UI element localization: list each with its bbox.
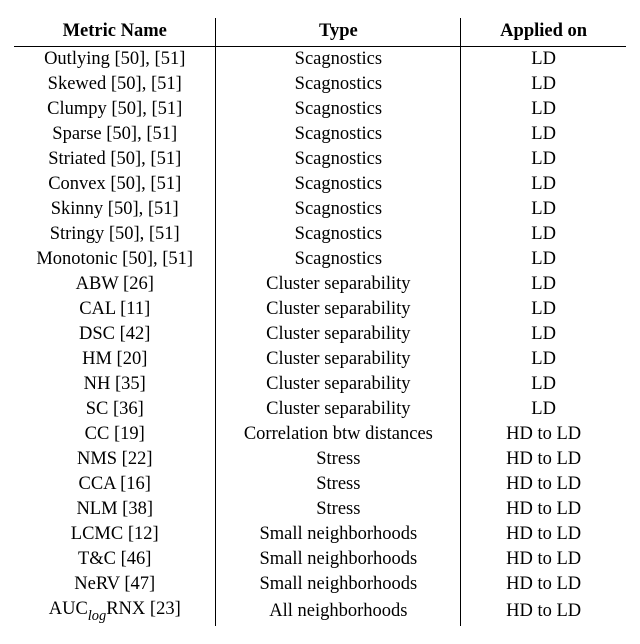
cell-metric: T&C [46] bbox=[14, 547, 216, 572]
cell-metric: NH [35] bbox=[14, 372, 216, 397]
cell-metric: SC [36] bbox=[14, 397, 216, 422]
cell-type: Scagnostics bbox=[216, 47, 461, 73]
cell-applied: LD bbox=[461, 272, 626, 297]
table-row: DSC [42]Cluster separabilityLD bbox=[14, 322, 626, 347]
table-row: NLM [38]StressHD to LD bbox=[14, 497, 626, 522]
cell-metric: Stringy [50], [51] bbox=[14, 222, 216, 247]
table-row: ABW [26]Cluster separabilityLD bbox=[14, 272, 626, 297]
cell-metric: Striated [50], [51] bbox=[14, 147, 216, 172]
cell-metric: Clumpy [50], [51] bbox=[14, 97, 216, 122]
cell-type: Scagnostics bbox=[216, 72, 461, 97]
cell-applied: LD bbox=[461, 347, 626, 372]
table-row: CAL [11]Cluster separabilityLD bbox=[14, 297, 626, 322]
cell-metric: HM [20] bbox=[14, 347, 216, 372]
cell-metric: CC [19] bbox=[14, 422, 216, 447]
cell-type: Cluster separability bbox=[216, 297, 461, 322]
cell-metric: ABW [26] bbox=[14, 272, 216, 297]
cell-applied: HD to LD bbox=[461, 522, 626, 547]
cell-applied: HD to LD bbox=[461, 597, 626, 626]
cell-applied: HD to LD bbox=[461, 497, 626, 522]
cell-type: Correlation btw distances bbox=[216, 422, 461, 447]
cell-type: Small neighborhoods bbox=[216, 547, 461, 572]
header-applied: Applied on bbox=[461, 18, 626, 47]
cell-type: All neighborhoods bbox=[216, 597, 461, 626]
cell-applied: HD to LD bbox=[461, 472, 626, 497]
cell-metric: NeRV [47] bbox=[14, 572, 216, 597]
header-row: Metric Name Type Applied on bbox=[14, 18, 626, 47]
cell-applied: LD bbox=[461, 372, 626, 397]
cell-applied: LD bbox=[461, 97, 626, 122]
cell-type: Small neighborhoods bbox=[216, 572, 461, 597]
table-row: T&C [46]Small neighborhoodsHD to LD bbox=[14, 547, 626, 572]
header-type: Type bbox=[216, 18, 461, 47]
cell-applied: HD to LD bbox=[461, 572, 626, 597]
cell-applied: LD bbox=[461, 197, 626, 222]
cell-type: Scagnostics bbox=[216, 222, 461, 247]
cell-type: Cluster separability bbox=[216, 272, 461, 297]
table-row: Skinny [50], [51]ScagnosticsLD bbox=[14, 197, 626, 222]
cell-applied: LD bbox=[461, 47, 626, 73]
cell-metric: Outlying [50], [51] bbox=[14, 47, 216, 73]
table-row: HM [20]Cluster separabilityLD bbox=[14, 347, 626, 372]
cell-metric: NMS [22] bbox=[14, 447, 216, 472]
cell-applied: LD bbox=[461, 322, 626, 347]
table-row: Skewed [50], [51]ScagnosticsLD bbox=[14, 72, 626, 97]
table-row: NH [35]Cluster separabilityLD bbox=[14, 372, 626, 397]
table-row: NMS [22]StressHD to LD bbox=[14, 447, 626, 472]
cell-metric: Monotonic [50], [51] bbox=[14, 247, 216, 272]
cell-applied: LD bbox=[461, 72, 626, 97]
cell-applied: LD bbox=[461, 147, 626, 172]
cell-type: Cluster separability bbox=[216, 347, 461, 372]
table-row: NeRV [47]Small neighborhoodsHD to LD bbox=[14, 572, 626, 597]
cell-metric: CCA [16] bbox=[14, 472, 216, 497]
cell-type: Stress bbox=[216, 472, 461, 497]
cell-applied: LD bbox=[461, 172, 626, 197]
table-row: CC [19]Correlation btw distancesHD to LD bbox=[14, 422, 626, 447]
cell-type: Cluster separability bbox=[216, 397, 461, 422]
cell-applied: LD bbox=[461, 122, 626, 147]
metrics-table: Metric Name Type Applied on Outlying [50… bbox=[14, 18, 626, 626]
cell-metric: NLM [38] bbox=[14, 497, 216, 522]
cell-type: Scagnostics bbox=[216, 197, 461, 222]
cell-type: Cluster separability bbox=[216, 322, 461, 347]
cell-metric: Sparse [50], [51] bbox=[14, 122, 216, 147]
cell-applied: HD to LD bbox=[461, 447, 626, 472]
header-metric: Metric Name bbox=[14, 18, 216, 47]
cell-type: Scagnostics bbox=[216, 247, 461, 272]
table-row: AUClogRNX [23]All neighborhoodsHD to LD bbox=[14, 597, 626, 626]
cell-applied: LD bbox=[461, 222, 626, 247]
cell-applied: HD to LD bbox=[461, 422, 626, 447]
cell-type: Stress bbox=[216, 447, 461, 472]
table-row: Monotonic [50], [51]ScagnosticsLD bbox=[14, 247, 626, 272]
cell-metric: AUClogRNX [23] bbox=[14, 597, 216, 626]
cell-applied: HD to LD bbox=[461, 547, 626, 572]
table-row: Stringy [50], [51]ScagnosticsLD bbox=[14, 222, 626, 247]
cell-metric: Convex [50], [51] bbox=[14, 172, 216, 197]
table-row: CCA [16]StressHD to LD bbox=[14, 472, 626, 497]
table-row: Striated [50], [51]ScagnosticsLD bbox=[14, 147, 626, 172]
table-row: Outlying [50], [51]ScagnosticsLD bbox=[14, 47, 626, 73]
cell-type: Scagnostics bbox=[216, 122, 461, 147]
cell-type: Scagnostics bbox=[216, 147, 461, 172]
cell-applied: LD bbox=[461, 297, 626, 322]
cell-applied: LD bbox=[461, 397, 626, 422]
cell-type: Small neighborhoods bbox=[216, 522, 461, 547]
cell-type: Scagnostics bbox=[216, 97, 461, 122]
table-row: Clumpy [50], [51]ScagnosticsLD bbox=[14, 97, 626, 122]
table-row: SC [36]Cluster separabilityLD bbox=[14, 397, 626, 422]
cell-metric: LCMC [12] bbox=[14, 522, 216, 547]
cell-type: Scagnostics bbox=[216, 172, 461, 197]
cell-type: Cluster separability bbox=[216, 372, 461, 397]
cell-applied: LD bbox=[461, 247, 626, 272]
cell-metric: Skinny [50], [51] bbox=[14, 197, 216, 222]
cell-metric: DSC [42] bbox=[14, 322, 216, 347]
table-row: Convex [50], [51]ScagnosticsLD bbox=[14, 172, 626, 197]
cell-metric: CAL [11] bbox=[14, 297, 216, 322]
cell-type: Stress bbox=[216, 497, 461, 522]
table-row: LCMC [12]Small neighborhoodsHD to LD bbox=[14, 522, 626, 547]
table-row: Sparse [50], [51]ScagnosticsLD bbox=[14, 122, 626, 147]
cell-metric: Skewed [50], [51] bbox=[14, 72, 216, 97]
